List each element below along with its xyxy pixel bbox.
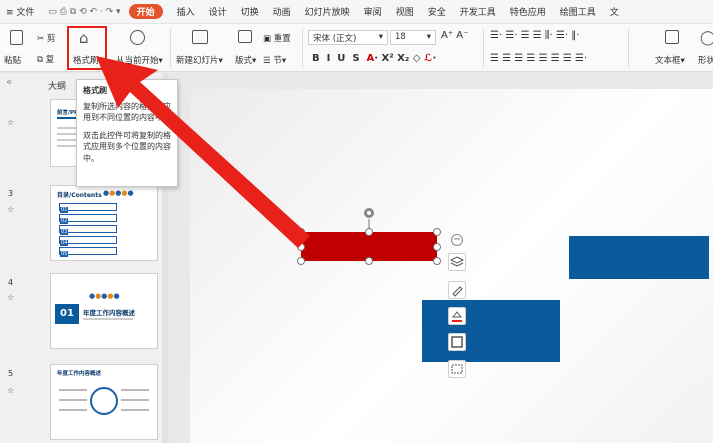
tab-drawing-tools[interactable]: 绘图工具 (560, 5, 596, 18)
tooltip-title: 格式刷 (83, 86, 107, 95)
slide-number: 3 (8, 189, 14, 198)
slide-number: 5 (8, 369, 14, 378)
fill-icon[interactable] (448, 307, 466, 325)
play-from-current-button[interactable]: 从当前开始▾ (116, 54, 163, 66)
blue-rectangle[interactable] (422, 300, 560, 362)
tab-slideshow[interactable]: 幻灯片放映 (305, 5, 350, 18)
quick-access-icons[interactable]: ▭ ⎙ ⧉ ⟲ ↶ · ↷ ▾ (48, 7, 120, 17)
tab-security[interactable]: 安全 (428, 5, 446, 18)
thumb-heading: 年度工作内容概述 (57, 371, 102, 377)
animation-star-icon: ☆ (7, 118, 15, 127)
layout-icon (238, 30, 252, 46)
paste-button[interactable]: 粘贴 (4, 54, 21, 66)
thumb-dots: ●●●●● (103, 189, 134, 197)
animation-star-icon: ☆ (7, 293, 15, 302)
play-icon (130, 30, 145, 48)
font-name-select[interactable]: 宋体 (正文) ▾ (308, 30, 388, 45)
slide-thumbnail[interactable]: ●●●●● 01 年度工作内容概述 (50, 273, 158, 349)
menu-file[interactable]: ≡ 文件 (6, 5, 34, 18)
font-size-select[interactable]: 18 ▾ (390, 30, 436, 45)
thumb-heading: 目录/Contents (57, 192, 102, 199)
tab-insert[interactable]: 插入 (177, 5, 195, 18)
tab-design[interactable]: 设计 (209, 5, 227, 18)
highlight-box (67, 26, 107, 70)
list-buttons[interactable]: ☰· ☰· ☰ ☰ ⫼· ☰· ‖· (490, 30, 579, 41)
animation-star-icon: ☆ (7, 386, 15, 395)
font-grow-shrink-buttons[interactable]: A⁺ A⁻ (441, 30, 468, 41)
tooltip-line-2: 双击此控件可将复制的格式应用到多个位置的内容中。 (83, 130, 171, 163)
text-box-button[interactable]: 文本框▾ (655, 54, 685, 66)
outline-icon[interactable] (448, 333, 466, 351)
slide-thumbnail[interactable]: 年度工作内容概述 (50, 364, 158, 440)
thumb-heading: 年度工作内容概述 (83, 309, 135, 317)
tab-special[interactable]: 特色应用 (510, 5, 546, 18)
tab-developer[interactable]: 开发工具 (460, 5, 496, 18)
cut-button[interactable]: ✂ 剪 (37, 32, 55, 44)
thumb-dots: ●●●●● (89, 292, 120, 300)
new-slide-button[interactable]: 新建幻灯片▾ (176, 54, 223, 66)
format-painter-tooltip: 格式刷 复制所选内容的格式，应用到不同位置的内容中。 双击此控件可将复制的格式应… (76, 79, 178, 187)
shape-icon: ◯ (700, 30, 713, 46)
new-slide-icon (192, 30, 208, 47)
paste-icon[interactable] (10, 30, 23, 48)
slide-number: 4 (8, 278, 14, 287)
tab-start[interactable]: 开始 (128, 4, 163, 19)
slide-thumbnail[interactable]: 目录/Contents ●●●●● 01 02 03 04 05 (50, 185, 158, 261)
shape-button[interactable]: 形状 (698, 54, 713, 66)
tooltip-line-1: 复制所选内容的格式，应用到不同位置的内容中。 (83, 101, 171, 123)
more-options-icon[interactable] (448, 360, 466, 378)
scissors-icon: ✂ (37, 34, 45, 44)
section-button[interactable]: ☰ 节▾ (263, 54, 286, 66)
text-box-icon (665, 30, 679, 47)
pen-icon[interactable] (448, 281, 466, 299)
align-buttons[interactable]: ☰ ☰ ☰ ☰ ☰ ☰ ☰ ☰· (490, 53, 587, 64)
tab-review[interactable]: 审阅 (364, 5, 382, 18)
animation-star-icon: ☆ (7, 205, 15, 214)
tab-text[interactable]: 文 (610, 5, 619, 18)
reset-button[interactable]: ▣ 重置 (263, 32, 291, 44)
tab-transition[interactable]: 切换 (241, 5, 259, 18)
tab-view[interactable]: 视图 (396, 5, 414, 18)
collapse-icon[interactable]: − (451, 234, 463, 246)
copy-button[interactable]: ⧉ 复 (37, 53, 54, 65)
reset-icon: ▣ (263, 34, 272, 44)
copy-icon: ⧉ (37, 55, 44, 65)
tab-animation[interactable]: 动画 (273, 5, 291, 18)
blue-rectangle[interactable] (569, 236, 709, 279)
thumb-section-number: 01 (55, 304, 79, 324)
outline-tab[interactable]: 大纲 (48, 79, 66, 92)
font-format-buttons[interactable]: B I U S A· X² X₂ ◇ ℒ· (312, 53, 436, 64)
section-icon: ☰ (263, 56, 271, 66)
menubar: ≡ 文件 ▭ ⎙ ⧉ ⟲ ↶ · ↷ ▾ 开始 插入 设计 切换 动画 幻灯片放… (0, 0, 713, 24)
layout-button[interactable]: 版式▾ (235, 54, 256, 66)
layer-icon[interactable] (448, 253, 466, 271)
collapse-icon[interactable]: « (6, 77, 12, 88)
selected-red-rectangle[interactable] (301, 232, 437, 261)
